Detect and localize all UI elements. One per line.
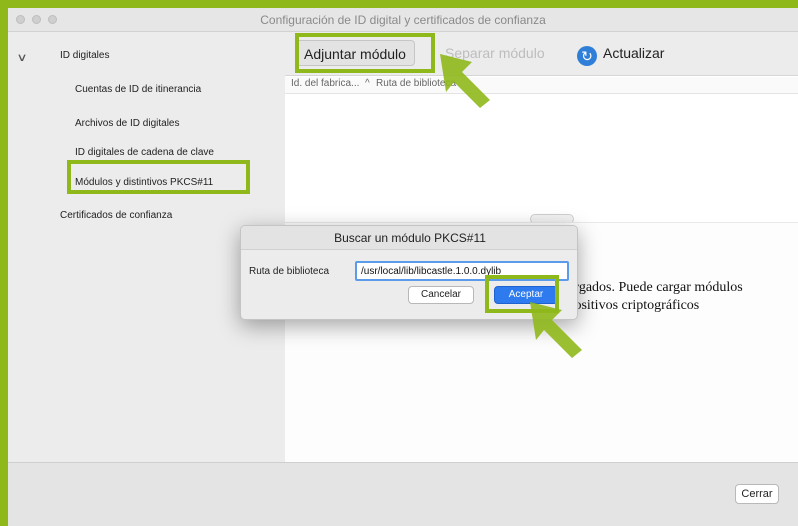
sidebar-item-trusted-certificates[interactable]: Certificados de confianza xyxy=(60,210,172,221)
sort-ascending-icon: ^ xyxy=(365,78,370,89)
dialog-title: Buscar un módulo PKCS#11 xyxy=(334,231,486,245)
screenshot-frame: Configuración de ID digital y certificad… xyxy=(0,0,798,526)
table-header: Id. del fabrica... ^ Ruta de biblioteca xyxy=(285,77,798,94)
sidebar-item-keychain-ids[interactable]: ID digitales de cadena de clave xyxy=(75,147,214,158)
chevron-down-icon[interactable]: ∨ xyxy=(16,51,27,64)
pointer-arrow-dialog xyxy=(530,302,582,358)
sidebar-item-pkcs11-modules[interactable]: Módulos y distintivos PKCS#11 xyxy=(75,177,213,188)
sidebar-item-id-files[interactable]: Archivos de ID digitales xyxy=(75,118,180,129)
sidebar-item-roaming-ids[interactable]: Cuentas de ID de itinerancia xyxy=(75,84,201,95)
close-button[interactable]: Cerrar xyxy=(735,484,779,504)
info-text-line-1: cargados. Puede cargar módulos xyxy=(562,280,743,295)
refresh-label: Actualizar xyxy=(603,45,665,61)
toolbar: Adjuntar módulo Separar módulo ↻ Actualiz… xyxy=(285,32,798,76)
library-path-label: Ruta de biblioteca xyxy=(249,266,330,277)
column-manufacturer[interactable]: Id. del fabrica... xyxy=(291,78,359,89)
refresh-icon: ↻ xyxy=(577,46,597,66)
window-titlebar: Configuración de ID digital y certificad… xyxy=(8,8,798,32)
attach-module-button[interactable]: Adjuntar módulo xyxy=(295,40,415,66)
refresh-button[interactable]: ↻ Actualizar xyxy=(577,40,664,66)
dialog-titlebar: Buscar un módulo PKCS#11 xyxy=(241,226,577,250)
cancel-button[interactable]: Cancelar xyxy=(408,286,474,304)
library-path-input[interactable]: /usr/local/lib/libcastle.1.0.0.dylib xyxy=(355,261,569,281)
sidebar-item-digital-ids[interactable]: ID digitales xyxy=(60,50,109,61)
window-footer: Cerrar xyxy=(8,462,798,526)
pointer-arrow-toolbar xyxy=(440,54,490,108)
window-title: Configuración de ID digital y certificad… xyxy=(260,13,546,27)
